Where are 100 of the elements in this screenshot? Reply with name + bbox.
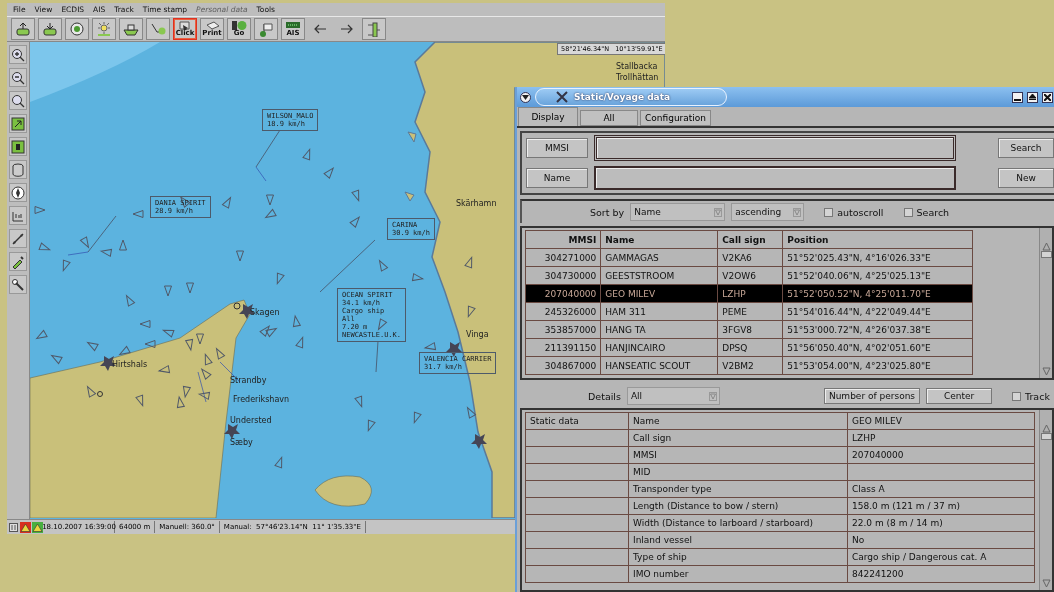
side-tool-button[interactable] <box>9 229 27 248</box>
checkbox-label: autoscroll <box>837 206 884 218</box>
scrollbar[interactable] <box>1039 410 1052 590</box>
side-tool-button[interactable] <box>9 137 27 156</box>
search-button[interactable]: Search <box>998 138 1054 158</box>
checkbox[interactable] <box>824 207 834 217</box>
place-label: Strandby <box>230 376 267 385</box>
close-button[interactable] <box>1042 91 1053 103</box>
caret-icon <box>522 94 529 100</box>
checkbox[interactable] <box>1012 391 1022 401</box>
tab[interactable]: Display <box>518 107 578 126</box>
table-cell[interactable]: 51°56'050.40"N, 4°02'051.60"E <box>782 338 973 357</box>
vessel-marker <box>216 348 226 360</box>
eject-icon <box>1029 93 1036 101</box>
column-header[interactable]: MMSI <box>525 230 601 249</box>
table-cell[interactable]: GEESTSTROOM <box>600 266 718 285</box>
column-header[interactable]: Name <box>600 230 718 249</box>
side-tool-button[interactable] <box>9 45 27 64</box>
dropdown[interactable]: Name <box>630 203 726 221</box>
mmsi-button[interactable]: MMSI <box>526 138 588 158</box>
column-header[interactable]: Position <box>782 230 973 249</box>
side-tool-button[interactable] <box>9 68 27 87</box>
tray-icon <box>15 21 31 37</box>
table-cell[interactable]: 51°54'016.44"N, 4°22'049.44"E <box>782 302 973 321</box>
right-arrow-icon <box>339 23 355 35</box>
zoom-out-icon <box>11 70 25 85</box>
heading-line <box>197 371 207 403</box>
dropdown[interactable]: All <box>626 387 720 405</box>
table-cell[interactable]: 51°53'000.72"N, 4°26'037.38"E <box>782 320 973 339</box>
tab[interactable]: All <box>580 110 638 126</box>
toolbar-button[interactable] <box>254 18 278 40</box>
checkbox-label: Search <box>916 206 950 218</box>
name-field[interactable] <box>594 166 956 190</box>
pipette-icon <box>11 254 25 269</box>
toolbar-button[interactable] <box>362 18 386 40</box>
window-menu-button[interactable] <box>520 91 531 103</box>
table-cell[interactable]: 51°53'054.00"N, 4°23'025.80"E <box>782 356 973 375</box>
pin-icon <box>11 277 25 292</box>
table-cell[interactable]: 3FGV8 <box>717 320 783 339</box>
expand-icon <box>11 116 25 131</box>
table-cell[interactable]: 304271000 <box>525 248 601 267</box>
printer-icon <box>204 21 220 30</box>
table-cell[interactable]: 353857000 <box>525 320 601 339</box>
table-cell[interactable]: V2KA6 <box>717 248 783 267</box>
new-button[interactable]: New <box>998 168 1054 188</box>
table-cell: 207040000 <box>847 446 1035 464</box>
toolbar-button[interactable] <box>65 18 89 40</box>
details-button[interactable]: Center <box>926 388 993 404</box>
tab[interactable]: Configuration <box>640 110 712 126</box>
table-cell[interactable]: PEME <box>717 302 783 321</box>
vessel-marker <box>467 407 477 419</box>
maximize-button[interactable] <box>1027 91 1038 103</box>
vessel-marker <box>323 167 334 179</box>
table-cell[interactable]: V2BM2 <box>717 356 783 375</box>
side-tool-button[interactable] <box>9 252 27 271</box>
scrollbar[interactable] <box>1039 228 1052 378</box>
column-header[interactable]: Call sign <box>717 230 783 249</box>
table-cell[interactable]: 51°52'025.43"N, 4°16'026.33"E <box>782 248 973 267</box>
side-tool-button[interactable] <box>9 183 27 202</box>
table-cell: Call sign <box>628 429 848 447</box>
toolbar-button[interactable] <box>92 18 116 40</box>
table-cell[interactable]: 211391150 <box>525 338 601 357</box>
town-marker <box>446 342 462 357</box>
table-cell[interactable]: V2OW6 <box>717 266 783 285</box>
vessel-marker <box>126 295 136 307</box>
vessel-marker <box>367 419 376 432</box>
side-tool-button[interactable] <box>9 275 27 294</box>
side-tool-button[interactable] <box>9 91 27 110</box>
table-cell[interactable]: 51°52'040.06"N, 4°25'025.13"E <box>782 266 973 285</box>
vessel-marker <box>100 248 113 257</box>
scroll-thumb[interactable] <box>1040 433 1052 440</box>
table-cell: Cargo ship / Dangerous cat. A <box>847 548 1035 566</box>
dropdown[interactable]: ascending <box>731 203 805 221</box>
vessel-marker <box>176 396 185 409</box>
table-cell[interactable]: 304867000 <box>525 356 601 375</box>
table-cell[interactable]: DPSQ <box>717 338 783 357</box>
checkbox[interactable] <box>903 207 913 217</box>
vessel-marker <box>354 395 363 408</box>
sort-label: Sort by <box>590 206 625 218</box>
vessel-marker <box>119 239 127 251</box>
vessel-marker <box>135 394 144 407</box>
table-cell[interactable]: HANSEATIC SCOUT <box>600 356 718 375</box>
toolbar-button[interactable] <box>11 18 35 40</box>
table-cell[interactable]: HAM 311 <box>600 302 718 321</box>
scroll-thumb[interactable] <box>1040 251 1052 258</box>
table-cell[interactable]: GAMMAGAS <box>600 248 718 267</box>
table-cell[interactable]: 304730000 <box>525 266 601 285</box>
minimize-button[interactable] <box>1012 91 1023 103</box>
toolbar-button[interactable] <box>119 18 143 40</box>
mmsi-field[interactable] <box>594 135 956 161</box>
details-label: Details <box>588 390 621 402</box>
name-button[interactable]: Name <box>526 168 588 188</box>
table-cell[interactable]: HANG TA <box>600 320 718 339</box>
place-label: Skärhamn <box>456 199 497 208</box>
vessel-marker <box>198 391 211 400</box>
table-cell[interactable]: HANJINCAIRO <box>600 338 718 357</box>
place-label: Vinga <box>466 330 489 339</box>
toolbar-button[interactable] <box>38 18 62 40</box>
details-button[interactable]: Number of persons <box>823 388 921 404</box>
table-cell[interactable]: 245326000 <box>525 302 601 321</box>
